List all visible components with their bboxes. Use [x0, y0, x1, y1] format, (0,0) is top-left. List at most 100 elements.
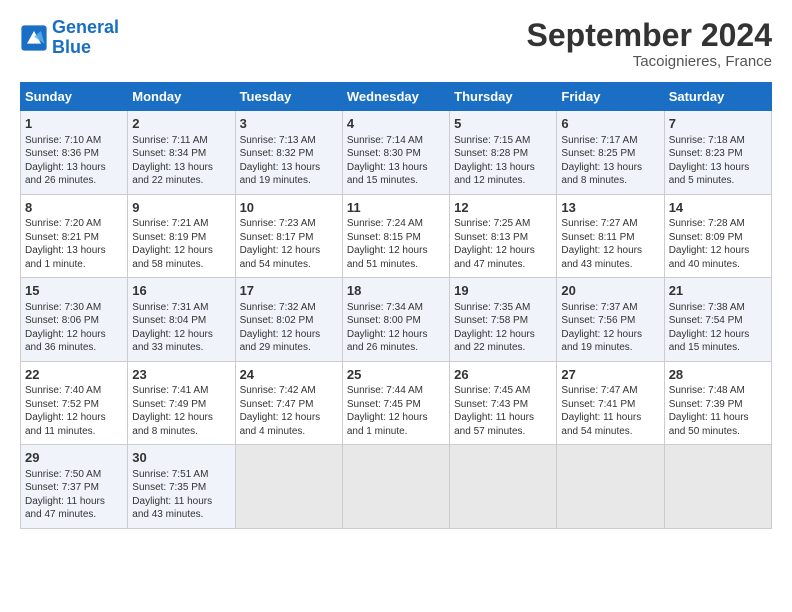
- day-number: 29: [25, 449, 123, 467]
- day-number: 28: [669, 366, 767, 384]
- day-info: Sunrise: 7:27 AM Sunset: 8:11 PM Dayligh…: [561, 217, 659, 271]
- calendar-cell: 28Sunrise: 7:48 AM Sunset: 7:39 PM Dayli…: [664, 361, 771, 445]
- day-number: 10: [240, 199, 338, 217]
- calendar-cell: 19Sunrise: 7:35 AM Sunset: 7:58 PM Dayli…: [450, 278, 557, 362]
- day-number: 30: [132, 449, 230, 467]
- calendar-cell: 9Sunrise: 7:21 AM Sunset: 8:19 PM Daylig…: [128, 194, 235, 278]
- day-number: 15: [25, 282, 123, 300]
- calendar-week-2: 8Sunrise: 7:20 AM Sunset: 8:21 PM Daylig…: [21, 194, 772, 278]
- calendar-cell: [342, 445, 449, 529]
- day-info: Sunrise: 7:38 AM Sunset: 7:54 PM Dayligh…: [669, 301, 767, 355]
- calendar-cell: [557, 445, 664, 529]
- calendar-cell: 18Sunrise: 7:34 AM Sunset: 8:00 PM Dayli…: [342, 278, 449, 362]
- calendar-week-1: 1Sunrise: 7:10 AM Sunset: 8:36 PM Daylig…: [21, 111, 772, 195]
- calendar-week-3: 15Sunrise: 7:30 AM Sunset: 8:06 PM Dayli…: [21, 278, 772, 362]
- day-info: Sunrise: 7:14 AM Sunset: 8:30 PM Dayligh…: [347, 134, 445, 188]
- day-info: Sunrise: 7:31 AM Sunset: 8:04 PM Dayligh…: [132, 301, 230, 355]
- calendar-cell: 14Sunrise: 7:28 AM Sunset: 8:09 PM Dayli…: [664, 194, 771, 278]
- title-block: September 2024 Tacoignieres, France: [527, 18, 772, 70]
- day-info: Sunrise: 7:32 AM Sunset: 8:02 PM Dayligh…: [240, 301, 338, 355]
- calendar-cell: 3Sunrise: 7:13 AM Sunset: 8:32 PM Daylig…: [235, 111, 342, 195]
- col-tuesday: Tuesday: [235, 83, 342, 111]
- day-info: Sunrise: 7:34 AM Sunset: 8:00 PM Dayligh…: [347, 301, 445, 355]
- day-number: 4: [347, 115, 445, 133]
- logo-text: General Blue: [52, 18, 119, 58]
- calendar-cell: 11Sunrise: 7:24 AM Sunset: 8:15 PM Dayli…: [342, 194, 449, 278]
- day-info: Sunrise: 7:48 AM Sunset: 7:39 PM Dayligh…: [669, 384, 767, 438]
- day-number: 8: [25, 199, 123, 217]
- day-info: Sunrise: 7:17 AM Sunset: 8:25 PM Dayligh…: [561, 134, 659, 188]
- calendar-cell: 20Sunrise: 7:37 AM Sunset: 7:56 PM Dayli…: [557, 278, 664, 362]
- day-number: 27: [561, 366, 659, 384]
- col-wednesday: Wednesday: [342, 83, 449, 111]
- calendar-cell: 4Sunrise: 7:14 AM Sunset: 8:30 PM Daylig…: [342, 111, 449, 195]
- day-info: Sunrise: 7:20 AM Sunset: 8:21 PM Dayligh…: [25, 217, 123, 271]
- calendar-cell: 16Sunrise: 7:31 AM Sunset: 8:04 PM Dayli…: [128, 278, 235, 362]
- calendar-cell: 25Sunrise: 7:44 AM Sunset: 7:45 PM Dayli…: [342, 361, 449, 445]
- col-sunday: Sunday: [21, 83, 128, 111]
- day-info: Sunrise: 7:51 AM Sunset: 7:35 PM Dayligh…: [132, 468, 230, 522]
- day-info: Sunrise: 7:23 AM Sunset: 8:17 PM Dayligh…: [240, 217, 338, 271]
- day-number: 22: [25, 366, 123, 384]
- header-row: Sunday Monday Tuesday Wednesday Thursday…: [21, 83, 772, 111]
- calendar-cell: 2Sunrise: 7:11 AM Sunset: 8:34 PM Daylig…: [128, 111, 235, 195]
- col-monday: Monday: [128, 83, 235, 111]
- calendar-cell: 6Sunrise: 7:17 AM Sunset: 8:25 PM Daylig…: [557, 111, 664, 195]
- calendar-cell: 27Sunrise: 7:47 AM Sunset: 7:41 PM Dayli…: [557, 361, 664, 445]
- day-number: 25: [347, 366, 445, 384]
- day-number: 18: [347, 282, 445, 300]
- logo-line2: Blue: [52, 37, 91, 57]
- day-number: 23: [132, 366, 230, 384]
- day-info: Sunrise: 7:40 AM Sunset: 7:52 PM Dayligh…: [25, 384, 123, 438]
- day-info: Sunrise: 7:45 AM Sunset: 7:43 PM Dayligh…: [454, 384, 552, 438]
- calendar-cell: 8Sunrise: 7:20 AM Sunset: 8:21 PM Daylig…: [21, 194, 128, 278]
- day-number: 3: [240, 115, 338, 133]
- calendar-cell: 1Sunrise: 7:10 AM Sunset: 8:36 PM Daylig…: [21, 111, 128, 195]
- day-info: Sunrise: 7:15 AM Sunset: 8:28 PM Dayligh…: [454, 134, 552, 188]
- day-info: Sunrise: 7:41 AM Sunset: 7:49 PM Dayligh…: [132, 384, 230, 438]
- calendar-week-5: 29Sunrise: 7:50 AM Sunset: 7:37 PM Dayli…: [21, 445, 772, 529]
- day-info: Sunrise: 7:50 AM Sunset: 7:37 PM Dayligh…: [25, 468, 123, 522]
- day-number: 14: [669, 199, 767, 217]
- calendar-cell: 29Sunrise: 7:50 AM Sunset: 7:37 PM Dayli…: [21, 445, 128, 529]
- day-info: Sunrise: 7:47 AM Sunset: 7:41 PM Dayligh…: [561, 384, 659, 438]
- day-info: Sunrise: 7:44 AM Sunset: 7:45 PM Dayligh…: [347, 384, 445, 438]
- calendar-table: Sunday Monday Tuesday Wednesday Thursday…: [20, 82, 772, 529]
- day-info: Sunrise: 7:21 AM Sunset: 8:19 PM Dayligh…: [132, 217, 230, 271]
- header: General Blue September 2024 Tacoignieres…: [20, 18, 772, 70]
- day-number: 13: [561, 199, 659, 217]
- calendar-cell: 23Sunrise: 7:41 AM Sunset: 7:49 PM Dayli…: [128, 361, 235, 445]
- day-number: 1: [25, 115, 123, 133]
- day-info: Sunrise: 7:37 AM Sunset: 7:56 PM Dayligh…: [561, 301, 659, 355]
- calendar-cell: 22Sunrise: 7:40 AM Sunset: 7:52 PM Dayli…: [21, 361, 128, 445]
- day-number: 26: [454, 366, 552, 384]
- calendar-cell: [235, 445, 342, 529]
- calendar-cell: 5Sunrise: 7:15 AM Sunset: 8:28 PM Daylig…: [450, 111, 557, 195]
- calendar-cell: [450, 445, 557, 529]
- day-number: 24: [240, 366, 338, 384]
- day-info: Sunrise: 7:13 AM Sunset: 8:32 PM Dayligh…: [240, 134, 338, 188]
- calendar-cell: 30Sunrise: 7:51 AM Sunset: 7:35 PM Dayli…: [128, 445, 235, 529]
- calendar-cell: 12Sunrise: 7:25 AM Sunset: 8:13 PM Dayli…: [450, 194, 557, 278]
- day-number: 17: [240, 282, 338, 300]
- calendar-week-4: 22Sunrise: 7:40 AM Sunset: 7:52 PM Dayli…: [21, 361, 772, 445]
- day-number: 7: [669, 115, 767, 133]
- day-info: Sunrise: 7:25 AM Sunset: 8:13 PM Dayligh…: [454, 217, 552, 271]
- calendar-cell: 17Sunrise: 7:32 AM Sunset: 8:02 PM Dayli…: [235, 278, 342, 362]
- col-saturday: Saturday: [664, 83, 771, 111]
- day-info: Sunrise: 7:35 AM Sunset: 7:58 PM Dayligh…: [454, 301, 552, 355]
- day-number: 5: [454, 115, 552, 133]
- day-info: Sunrise: 7:28 AM Sunset: 8:09 PM Dayligh…: [669, 217, 767, 271]
- calendar-body: 1Sunrise: 7:10 AM Sunset: 8:36 PM Daylig…: [21, 111, 772, 529]
- calendar-cell: 24Sunrise: 7:42 AM Sunset: 7:47 PM Dayli…: [235, 361, 342, 445]
- day-number: 2: [132, 115, 230, 133]
- day-number: 6: [561, 115, 659, 133]
- day-number: 21: [669, 282, 767, 300]
- col-friday: Friday: [557, 83, 664, 111]
- calendar-cell: 21Sunrise: 7:38 AM Sunset: 7:54 PM Dayli…: [664, 278, 771, 362]
- logo-icon: [20, 24, 48, 52]
- calendar-cell: 10Sunrise: 7:23 AM Sunset: 8:17 PM Dayli…: [235, 194, 342, 278]
- calendar-cell: 15Sunrise: 7:30 AM Sunset: 8:06 PM Dayli…: [21, 278, 128, 362]
- calendar-cell: 13Sunrise: 7:27 AM Sunset: 8:11 PM Dayli…: [557, 194, 664, 278]
- day-number: 16: [132, 282, 230, 300]
